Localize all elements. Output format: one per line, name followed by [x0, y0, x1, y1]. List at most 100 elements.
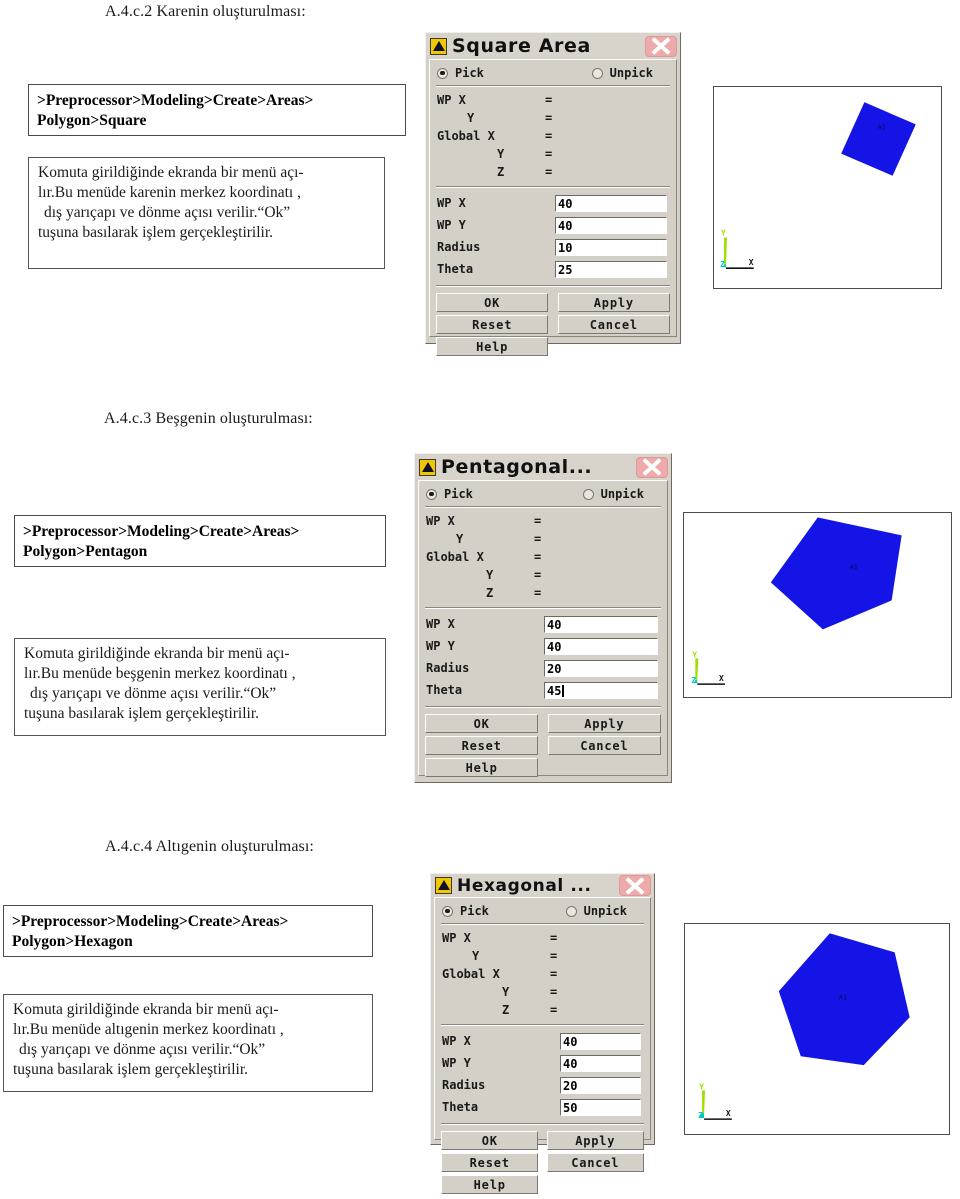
ok-button[interactable]: OK [441, 1131, 539, 1150]
close-icon[interactable] [645, 35, 677, 57]
pick-radio-label: Pick [444, 487, 473, 501]
dialog-buttons: OK Apply Reset Cancel Help [424, 711, 662, 782]
help-button[interactable]: Help [425, 758, 539, 777]
svg-text:Z: Z [698, 1111, 703, 1120]
apply-button[interactable]: Apply [557, 293, 670, 312]
equals-sign: = [545, 165, 553, 179]
field-label: WP X [442, 1034, 471, 1048]
pentagon-graphics: A1 Y Z X [691, 517, 902, 685]
description-line: tuşuna basılarak işlem gerçekleştirilir. [13, 1061, 249, 1079]
input-fields: WP X 40 WP Y 40 Radius 20 Theta 45 [424, 612, 662, 705]
unpick-radio-option[interactable]: Unpick [582, 487, 662, 501]
radius-input[interactable]: 20 [544, 659, 658, 677]
unpick-radio-label: Unpick [583, 904, 627, 918]
wp-y-input[interactable]: 40 [560, 1054, 641, 1072]
ansys-logo-icon [419, 458, 436, 476]
readonly-row: Z = [437, 163, 671, 181]
field-label: WP Y [442, 1056, 471, 1070]
pick-radio-option[interactable]: Pick [426, 487, 473, 501]
square-graphics: A1 Y Z X [720, 102, 916, 269]
wp-x-input[interactable]: 40 [560, 1032, 641, 1050]
menu-path-line-2: Polygon>Hexagon [12, 933, 133, 951]
readonly-label: Z [502, 1003, 510, 1017]
unpick-radio-option[interactable]: Unpick [591, 66, 671, 80]
help-button[interactable]: Help [436, 337, 549, 356]
divider [436, 186, 670, 188]
readonly-row: Z = [442, 1001, 645, 1019]
readonly-label: Global X [426, 550, 484, 564]
dialog-titlebar[interactable]: Pentagonal... [415, 454, 671, 480]
ok-button[interactable]: OK [436, 293, 549, 312]
description-line: dış yarıçapı ve dönme açısı verilir.“Ok” [30, 685, 277, 703]
area-label: A1 [850, 563, 858, 571]
equals-sign: = [534, 586, 542, 600]
field-row-wp-x: WP X 40 [437, 193, 671, 213]
equals-sign: = [550, 931, 558, 945]
graphics-viewport-pentagon[interactable]: A1 Y Z X [683, 512, 952, 698]
readonly-row: WP X = [426, 512, 662, 530]
equals-sign: = [550, 949, 558, 963]
dialog-titlebar[interactable]: Square Area [426, 33, 680, 59]
graphics-viewport-hexagon[interactable]: A1 Y Z X [684, 923, 950, 1135]
theta-input[interactable]: 25 [555, 260, 667, 278]
reset-button[interactable]: Reset [436, 315, 549, 334]
cancel-button[interactable]: Cancel [547, 736, 661, 755]
field-label: Theta [437, 262, 474, 276]
readonly-label: Global X [442, 967, 500, 981]
radius-input[interactable]: 10 [555, 238, 667, 256]
cancel-button[interactable]: Cancel [546, 1153, 644, 1172]
readonly-coordinates: WP X = Y = Global X = Y = Z = [435, 90, 671, 185]
help-button[interactable]: Help [441, 1175, 539, 1194]
reset-button[interactable]: Reset [441, 1153, 539, 1172]
apply-button[interactable]: Apply [547, 714, 661, 733]
theta-input[interactable]: 50 [560, 1098, 641, 1116]
divider [436, 285, 670, 287]
field-label: Radius [426, 661, 470, 675]
close-icon[interactable] [636, 456, 668, 478]
wp-x-input[interactable]: 40 [544, 615, 658, 633]
readonly-row: Global X = [437, 127, 671, 145]
hexagon-graphics: A1 Y Z X [698, 933, 910, 1120]
description-line: Komuta girildiğinde ekranda bir menü açı… [13, 1001, 279, 1018]
theta-input[interactable]: 45 [544, 681, 658, 699]
pentagonal-area-dialog[interactable]: Pentagonal... Pick Unpick WP X = Y = Globa… [414, 453, 672, 783]
readonly-coordinates: WP X = Y = Global X = Y = Z = [440, 928, 645, 1023]
readonly-label: Z [486, 586, 494, 600]
dialog-title: Pentagonal... [441, 456, 593, 478]
unpick-radio-icon[interactable] [591, 67, 603, 79]
field-label: Theta [426, 683, 463, 697]
apply-button[interactable]: Apply [546, 1131, 644, 1150]
ok-button[interactable]: OK [425, 714, 539, 733]
equals-sign: = [550, 967, 558, 981]
wp-y-input[interactable]: 40 [544, 637, 658, 655]
field-row-theta: Theta 45 [426, 680, 662, 700]
wp-x-input[interactable]: 40 [555, 194, 667, 212]
pick-radio-icon[interactable] [426, 488, 437, 500]
pick-radio-icon[interactable] [442, 905, 453, 917]
hexagonal-area-dialog[interactable]: Hexagonal ... Pick Unpick WP X = Y = Globa… [430, 873, 655, 1194]
pick-radio-icon[interactable] [437, 67, 448, 79]
close-icon[interactable] [619, 875, 651, 896]
wp-y-input[interactable]: 40 [555, 216, 667, 234]
menu-path-line-1: >Preprocessor>Modeling>Create>Areas> [12, 913, 289, 930]
readonly-label: Y [472, 949, 480, 963]
field-label: WP X [426, 617, 455, 631]
reset-button[interactable]: Reset [425, 736, 539, 755]
pick-radio-option[interactable]: Pick [442, 904, 489, 918]
cancel-button[interactable]: Cancel [557, 315, 670, 334]
unpick-radio-icon[interactable] [582, 488, 594, 500]
area-label: A1 [878, 124, 886, 132]
readonly-row: WP X = [442, 929, 645, 947]
unpick-radio-option[interactable]: Unpick [565, 904, 645, 918]
radius-input[interactable]: 20 [560, 1076, 641, 1094]
pick-radio-option[interactable]: Pick [437, 66, 484, 80]
field-row-radius: Radius 20 [442, 1075, 645, 1095]
unpick-radio-label: Unpick [609, 66, 653, 80]
description-box-square: Komuta girildiğinde ekranda bir menü açı… [28, 157, 385, 269]
square-area-shape [841, 102, 916, 176]
unpick-radio-icon[interactable] [565, 905, 577, 917]
graphics-viewport-square[interactable]: A1 Y Z X [713, 86, 942, 289]
dialog-titlebar[interactable]: Hexagonal ... [431, 874, 654, 897]
pick-mode-row: Pick Unpick [440, 902, 645, 922]
square-area-dialog[interactable]: Square Area Pick Unpick WP X = Y = Global … [425, 32, 681, 356]
